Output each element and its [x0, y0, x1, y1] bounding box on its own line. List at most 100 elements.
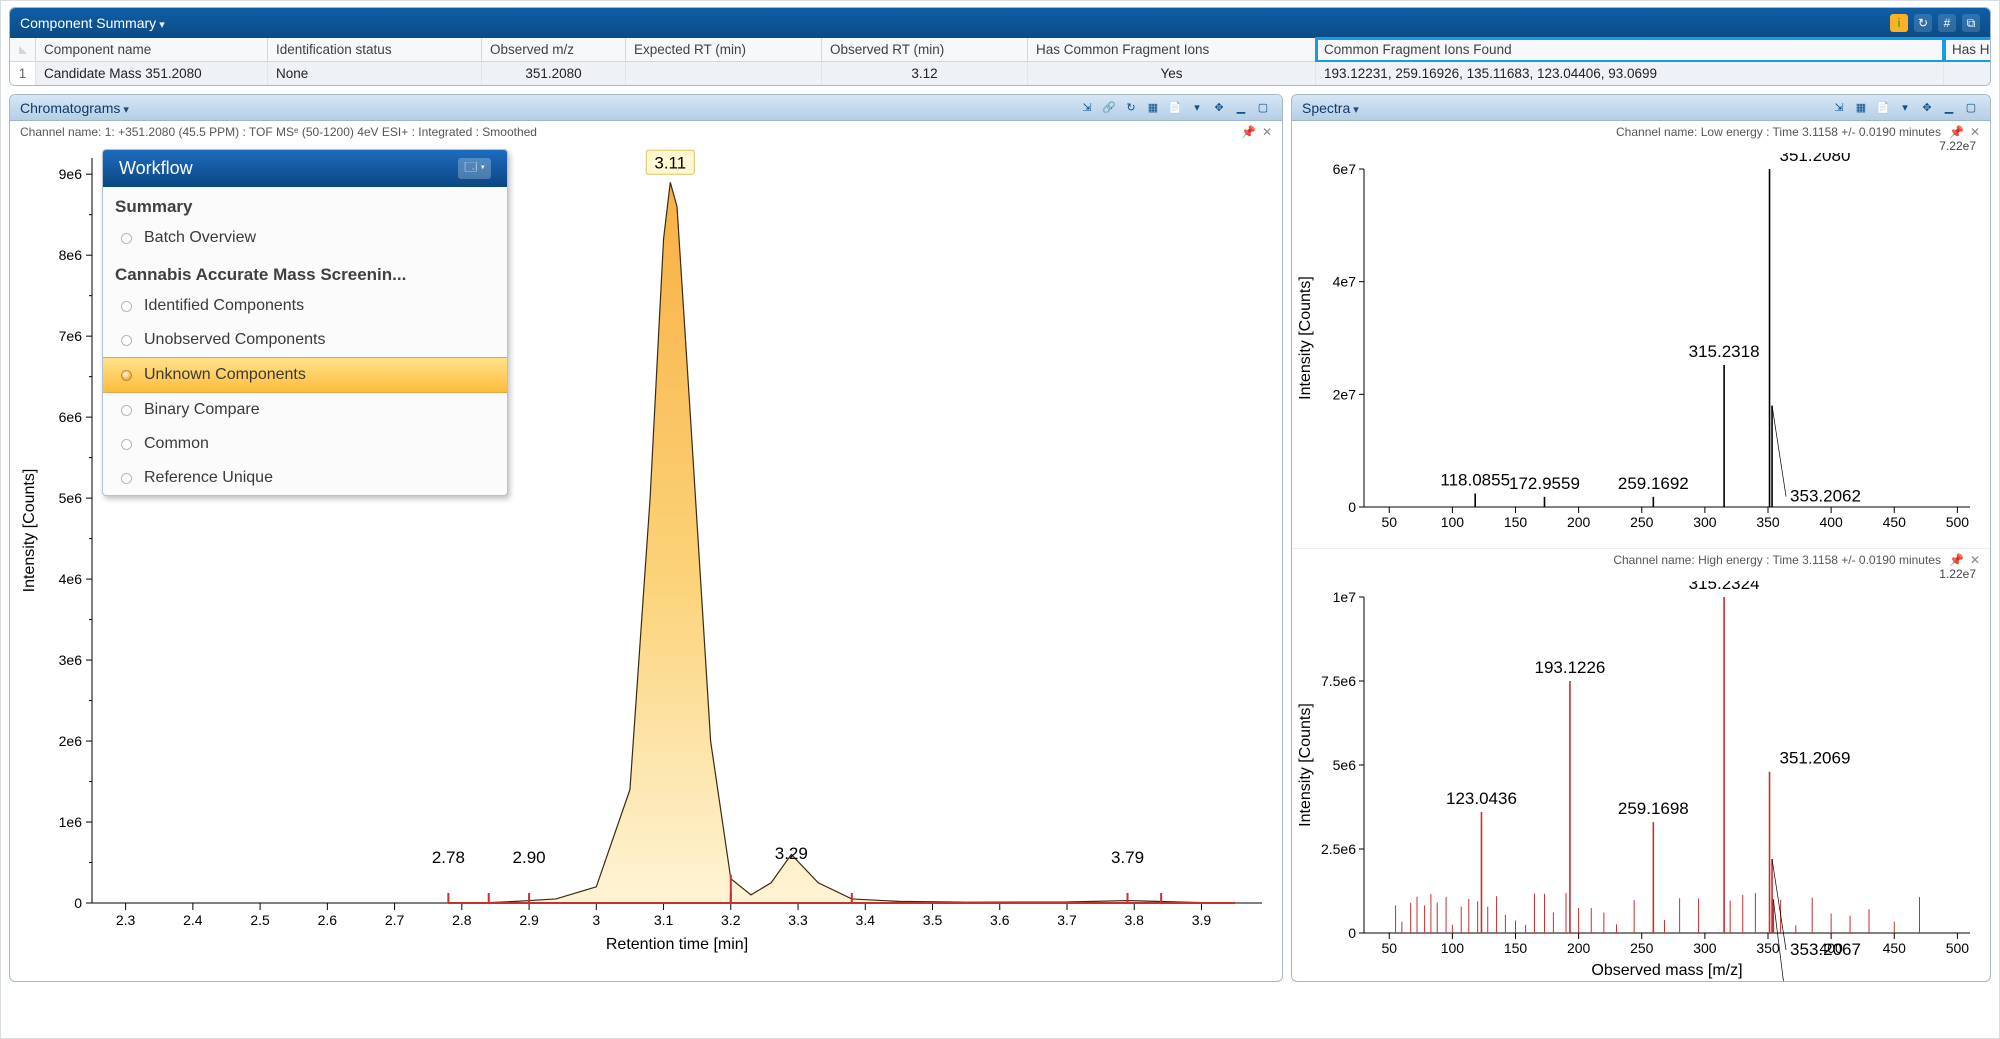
svg-text:50: 50 — [1381, 514, 1397, 530]
grid-icon[interactable]: # — [1938, 14, 1956, 32]
chromatograms-panel: Chromatograms ⇲ 🔗 ↻ ▦ 📄 ▾ ✥ ▁ ▢ Channel … — [9, 94, 1283, 982]
spectra-maximize-icon[interactable]: ▢ — [1962, 100, 1980, 116]
col-has-common-frag[interactable]: Has Common Fragment Ions — [1028, 38, 1316, 62]
cell-observed-mz[interactable]: 351.2080 — [482, 62, 626, 85]
add-page-icon[interactable]: 📄 — [1166, 100, 1184, 116]
spectra-page-icon[interactable]: 📄 — [1874, 100, 1892, 116]
svg-text:250: 250 — [1630, 940, 1654, 956]
cell-component-name[interactable]: Candidate Mass 351.2080 — [36, 62, 268, 85]
spectrum-low-channel-row: Channel name: Low energy : Time 3.1158 +… — [1292, 121, 1990, 139]
row-index[interactable]: 1 — [10, 62, 36, 85]
spectrum-low-energy[interactable]: Channel name: Low energy : Time 3.1158 +… — [1292, 121, 1990, 548]
svg-text:350: 350 — [1756, 940, 1780, 956]
cell-has-halogens[interactable]: Yes — [1944, 62, 1991, 85]
spectra-toolbar: ⇲ ▦ 📄 ▾ ✥ ▁ ▢ — [1830, 100, 1980, 116]
chrom-close-icon[interactable]: ✕ — [1262, 125, 1272, 139]
svg-text:Observed mass [m/z]: Observed mass [m/z] — [1591, 962, 1742, 979]
bullet-icon — [121, 405, 132, 416]
cell-expected-rt[interactable] — [626, 62, 822, 85]
move-icon[interactable]: ✥ — [1210, 100, 1228, 116]
svg-text:Intensity [Counts]: Intensity [Counts] — [1297, 703, 1314, 827]
minimize-icon[interactable]: ▁ — [1232, 100, 1250, 116]
bullet-icon — [121, 473, 132, 484]
workflow-section-label: Cannabis Accurate Mass Screenin... — [103, 255, 507, 289]
cell-id-status[interactable]: None — [268, 62, 482, 85]
svg-text:3.6: 3.6 — [990, 912, 1010, 928]
spectrum-high-pin-icon[interactable]: 📌 — [1949, 553, 1964, 567]
svg-text:0: 0 — [1348, 925, 1356, 941]
workflow-item[interactable]: Identified Components — [103, 289, 507, 323]
chrom-pin-icon[interactable]: 📌 — [1241, 125, 1256, 139]
svg-text:3.8: 3.8 — [1125, 912, 1145, 928]
spectra-minimize-icon[interactable]: ▁ — [1940, 100, 1958, 116]
workflow-item[interactable]: Unobserved Components — [103, 323, 507, 357]
refresh-icon[interactable]: ↻ — [1914, 14, 1932, 32]
svg-text:0: 0 — [1348, 499, 1356, 515]
cell-common-frag-found[interactable]: 193.12231, 259.16926, 135.11683, 123.044… — [1316, 62, 1944, 85]
workflow-item[interactable]: Batch Overview — [103, 221, 507, 255]
svg-text:1e6: 1e6 — [59, 814, 83, 830]
svg-text:315.2318: 315.2318 — [1689, 342, 1760, 361]
grid-corner[interactable] — [10, 38, 36, 62]
svg-text:2.78: 2.78 — [432, 848, 465, 867]
copy-icon[interactable]: ⧉ — [1962, 14, 1980, 32]
svg-text:Intensity [Counts]: Intensity [Counts] — [21, 469, 38, 593]
svg-text:193.1226: 193.1226 — [1534, 658, 1605, 677]
workflow-item[interactable]: Binary Compare — [103, 393, 507, 427]
spectrum-high-close-icon[interactable]: ✕ — [1970, 553, 1980, 567]
chromatograms-title[interactable]: Chromatograms — [20, 100, 129, 116]
workflow-item[interactable]: Common — [103, 427, 507, 461]
chrom-channel-name: Channel name: 1: +351.2080 (45.5 PPM) : … — [20, 125, 537, 139]
workflow-item[interactable]: Unknown Components — [103, 357, 507, 393]
svg-text:3e6: 3e6 — [59, 652, 83, 668]
workflow-section-label: Summary — [103, 187, 507, 221]
svg-text:2.90: 2.90 — [513, 848, 546, 867]
svg-text:1e7: 1e7 — [1333, 589, 1357, 605]
spectra-move-icon[interactable]: ✥ — [1918, 100, 1936, 116]
spectra-title[interactable]: Spectra — [1302, 100, 1359, 116]
workflow-item-label: Binary Compare — [144, 401, 260, 419]
table-icon[interactable]: ▦ — [1144, 100, 1162, 116]
svg-text:400: 400 — [1819, 514, 1843, 530]
spectra-dropdown-icon[interactable]: ▾ — [1896, 100, 1914, 116]
spectrum-low-channel-name: Channel name: Low energy : Time 3.1158 +… — [1616, 125, 1941, 139]
sync-icon[interactable]: ↻ — [1122, 100, 1140, 116]
col-common-frag-found[interactable]: Common Fragment Ions Found — [1316, 38, 1944, 62]
svg-text:0: 0 — [74, 895, 82, 911]
svg-text:3.1: 3.1 — [654, 912, 674, 928]
spectrum-high-channel-name: Channel name: High energy : Time 3.1158 … — [1613, 553, 1941, 567]
component-summary-title[interactable]: Component Summary — [20, 15, 165, 31]
col-id-status[interactable]: Identification status — [268, 38, 482, 62]
spectrum-low-pin-icon[interactable]: 📌 — [1949, 125, 1964, 139]
svg-text:6e6: 6e6 — [59, 409, 83, 425]
col-expected-rt[interactable]: Expected RT (min) — [626, 38, 822, 62]
link-icon[interactable]: 🔗 — [1100, 100, 1118, 116]
dropdown-icon[interactable]: ▾ — [1188, 100, 1206, 116]
col-observed-rt[interactable]: Observed RT (min) — [822, 38, 1028, 62]
svg-text:150: 150 — [1504, 514, 1528, 530]
spectra-table-icon[interactable]: ▦ — [1852, 100, 1870, 116]
cell-has-common-frag[interactable]: Yes — [1028, 62, 1316, 85]
col-has-halogens[interactable]: Has Halogens — [1944, 38, 1991, 62]
svg-text:3.11: 3.11 — [654, 153, 686, 172]
svg-text:100: 100 — [1441, 514, 1465, 530]
maximize-icon[interactable]: ▢ — [1254, 100, 1272, 116]
info-icon[interactable]: i — [1890, 14, 1908, 32]
workflow-item-label: Batch Overview — [144, 229, 256, 247]
svg-text:500: 500 — [1946, 514, 1970, 530]
col-observed-mz[interactable]: Observed m/z — [482, 38, 626, 62]
svg-text:118.0855: 118.0855 — [1440, 470, 1510, 489]
spectra-export-icon[interactable]: ⇲ — [1830, 100, 1848, 116]
workflow-toggle-icon[interactable]: 🗔 ▾ — [458, 158, 491, 179]
bullet-icon — [121, 439, 132, 450]
svg-text:3.29: 3.29 — [775, 844, 808, 863]
svg-text:300: 300 — [1693, 514, 1717, 530]
cell-observed-rt[interactable]: 3.12 — [822, 62, 1028, 85]
workflow-title: Workflow — [119, 158, 193, 179]
col-component-name[interactable]: Component name — [36, 38, 268, 62]
export-icon[interactable]: ⇲ — [1078, 100, 1096, 116]
spectrum-low-close-icon[interactable]: ✕ — [1970, 125, 1980, 139]
spectrum-high-energy[interactable]: Channel name: High energy : Time 3.1158 … — [1292, 548, 1990, 981]
workflow-item[interactable]: Reference Unique — [103, 461, 507, 495]
spectra-panel: Spectra ⇲ ▦ 📄 ▾ ✥ ▁ ▢ Channel name: Low … — [1291, 94, 1991, 982]
